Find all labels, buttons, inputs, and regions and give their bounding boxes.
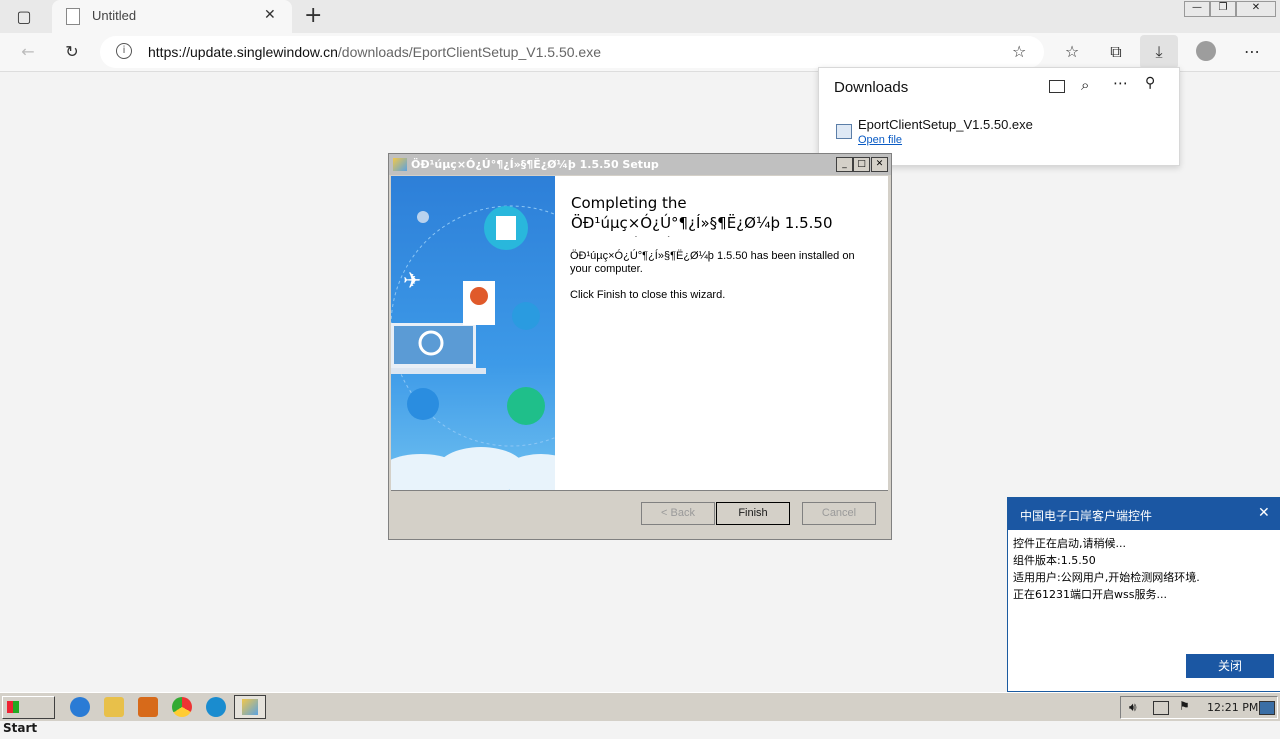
open-folder-icon[interactable] (1049, 80, 1065, 93)
setup-window-title: ÖÐ¹úµç×Ó¿Ú°¶¿Í»§¶Ë¿Ø¼þ 1.5.50 Setup (411, 158, 659, 171)
info-icon[interactable]: i (116, 43, 132, 59)
popup-line: 正在61231端口开启wss服务... (1013, 588, 1167, 601)
system-tray: 🔊︎ ⚑ 12:21 PM (1120, 696, 1278, 719)
popup-close-button[interactable]: 关闭 (1186, 654, 1274, 678)
new-tab-button[interactable]: + (304, 3, 322, 28)
close-window-button[interactable]: ✕ (1236, 1, 1276, 17)
popup-title: 中国电子口岸客户端控件 (1020, 509, 1153, 523)
finish-button[interactable]: Finish (716, 502, 790, 525)
customs-illustration: ✈ (391, 205, 555, 490)
tab-strip: ▢ Untitled ✕ + — ❐ ✕ (0, 0, 1280, 33)
taskbar: Start 🔊︎ ⚑ 12:21 PM (0, 692, 1280, 735)
downloads-panel: Downloads ⌕ ⋯ ⚲ EportClientSetup_V1.5.50… (818, 67, 1180, 166)
popup-line: 控件正在启动,请稍候... (1013, 537, 1126, 550)
clock[interactable]: 12:21 PM (1207, 701, 1258, 714)
downloads-title: Downloads (834, 79, 909, 96)
ie-icon[interactable] (70, 697, 90, 717)
wizard-heading: Completing the ÖÐ¹úµç×Ó¿Ú°¶¿Í»§¶Ë¿Ø¼þ 1.… (571, 194, 833, 237)
volume-icon[interactable]: 🔊︎ (1129, 700, 1137, 715)
more-options-icon[interactable]: ⋯ (1238, 38, 1266, 66)
installed-message: ÖÐ¹úµç×Ó¿Ú°¶¿Í»§¶Ë¿Ø¼þ 1.5.50 has been i… (570, 250, 855, 275)
address-bar[interactable]: i https://update.singlewindow.cn/downloa… (100, 36, 1044, 68)
chrome-icon[interactable] (172, 697, 192, 717)
svg-text:✈: ✈ (403, 269, 421, 294)
divider (391, 490, 888, 491)
close-tab-icon[interactable]: ✕ (264, 7, 276, 23)
setup-close-button[interactable]: ✕ (871, 157, 888, 172)
open-file-link[interactable]: Open file (858, 134, 902, 146)
explorer-icon[interactable] (104, 697, 124, 717)
pin-icon[interactable]: ⚲ (1145, 75, 1155, 91)
favorites-icon[interactable]: ☆ (1058, 38, 1086, 66)
popup-close-icon[interactable]: ✕ (1258, 505, 1270, 521)
start-button[interactable]: Start (2, 696, 55, 735)
collections-icon[interactable]: ⧉ (1102, 38, 1130, 66)
setup-app-icon (393, 158, 407, 171)
setup-task-icon (242, 699, 258, 715)
setup-maximize-button[interactable]: □ (853, 157, 870, 172)
url-text: https://update.singlewindow.cn/downloads… (148, 44, 601, 60)
url-path: /downloads/EportClientSetup_V1.5.50.exe (337, 44, 601, 60)
download-file-name[interactable]: EportClientSetup_V1.5.50.exe (858, 117, 1033, 132)
profile-avatar[interactable] (1196, 41, 1216, 61)
back-button[interactable]: < Back (641, 502, 715, 525)
minimize-button[interactable]: — (1184, 1, 1210, 17)
setup-wizard-dialog: ÖÐ¹úµç×Ó¿Ú°¶¿Í»§¶Ë¿Ø¼þ 1.5.50 Setup _ □ … (388, 153, 892, 540)
exe-file-icon (836, 124, 852, 139)
refresh-icon[interactable]: ↻ (58, 38, 86, 66)
media-player-icon[interactable] (138, 697, 158, 717)
restore-button[interactable]: ❐ (1210, 1, 1236, 17)
more-icon[interactable]: ⋯ (1113, 74, 1128, 92)
page-icon (66, 8, 80, 25)
browser-tab[interactable]: Untitled ✕ (52, 0, 292, 33)
finish-hint: Click Finish to close this wizard. (570, 289, 726, 301)
tab-actions-icon[interactable]: ▢ (10, 3, 38, 31)
search-icon[interactable]: ⌕ (1081, 76, 1089, 94)
tab-title: Untitled (92, 8, 137, 23)
popup-line: 组件版本:1.5.50 (1013, 554, 1096, 567)
add-favorite-icon[interactable]: ☆ (1012, 42, 1026, 61)
back-icon[interactable]: ← (14, 38, 42, 66)
start-label: Start (3, 721, 38, 735)
wizard-content: Completing the ÖÐ¹úµç×Ó¿Ú°¶¿Í»§¶Ë¿Ø¼þ 1.… (555, 176, 888, 490)
setup-taskbar-item[interactable] (234, 695, 266, 719)
edge-icon[interactable] (206, 697, 226, 717)
setup-titlebar: ÖÐ¹úµç×Ó¿Ú°¶¿Í»§¶Ë¿Ø¼þ 1.5.50 Setup _ □ … (389, 154, 891, 175)
network-icon[interactable] (1153, 701, 1169, 715)
flag-icon[interactable]: ⚑ (1179, 699, 1190, 713)
url-domain: https://update.singlewindow.cn (148, 44, 338, 60)
eport-popup: 中国电子口岸客户端控件 ✕ 控件正在启动,请稍候... 组件版本:1.5.50 … (1007, 497, 1280, 692)
windows-logo-icon (7, 701, 19, 713)
popup-titlebar: 中国电子口岸客户端控件 ✕ (1008, 498, 1280, 530)
popup-line: 适用用户:公网用户,开始检测网络环境. (1013, 571, 1200, 584)
downloads-icon[interactable]: ⤓ (1140, 35, 1178, 69)
wizard-side-graphic: ✈ (391, 176, 555, 490)
show-desktop-icon[interactable] (1259, 701, 1275, 715)
setup-minimize-button[interactable]: _ (836, 157, 853, 172)
cancel-button[interactable]: Cancel (802, 502, 876, 525)
